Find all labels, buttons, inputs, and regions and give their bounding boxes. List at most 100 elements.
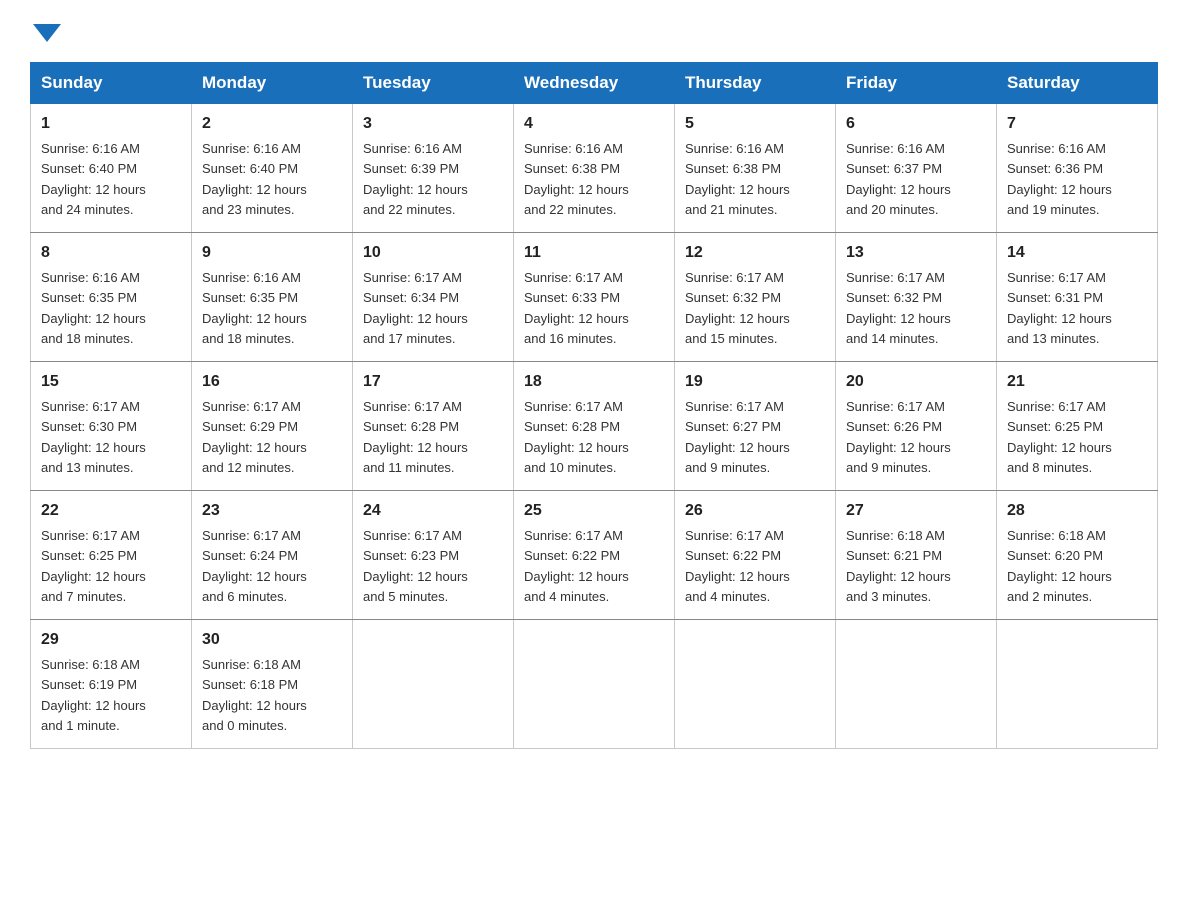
day-number: 28 — [1007, 499, 1147, 523]
day-number: 19 — [685, 370, 825, 394]
calendar-week-row: 8 Sunrise: 6:16 AMSunset: 6:35 PMDayligh… — [31, 233, 1158, 362]
calendar-day-header: Thursday — [675, 63, 836, 104]
day-info: Sunrise: 6:17 AMSunset: 6:28 PMDaylight:… — [363, 399, 468, 475]
calendar-day-cell: 17 Sunrise: 6:17 AMSunset: 6:28 PMDaylig… — [353, 362, 514, 491]
day-number: 22 — [41, 499, 181, 523]
calendar-day-header: Friday — [836, 63, 997, 104]
day-number: 26 — [685, 499, 825, 523]
calendar-day-cell: 29 Sunrise: 6:18 AMSunset: 6:19 PMDaylig… — [31, 620, 192, 749]
day-info: Sunrise: 6:18 AMSunset: 6:21 PMDaylight:… — [846, 528, 951, 604]
calendar-day-cell: 23 Sunrise: 6:17 AMSunset: 6:24 PMDaylig… — [192, 491, 353, 620]
calendar-day-header: Tuesday — [353, 63, 514, 104]
calendar-day-cell: 11 Sunrise: 6:17 AMSunset: 6:33 PMDaylig… — [514, 233, 675, 362]
calendar-day-cell: 27 Sunrise: 6:18 AMSunset: 6:21 PMDaylig… — [836, 491, 997, 620]
calendar-day-header: Monday — [192, 63, 353, 104]
calendar-day-cell: 30 Sunrise: 6:18 AMSunset: 6:18 PMDaylig… — [192, 620, 353, 749]
day-number: 23 — [202, 499, 342, 523]
day-info: Sunrise: 6:16 AMSunset: 6:36 PMDaylight:… — [1007, 141, 1112, 217]
day-info: Sunrise: 6:16 AMSunset: 6:38 PMDaylight:… — [685, 141, 790, 217]
calendar-week-row: 15 Sunrise: 6:17 AMSunset: 6:30 PMDaylig… — [31, 362, 1158, 491]
day-info: Sunrise: 6:17 AMSunset: 6:27 PMDaylight:… — [685, 399, 790, 475]
day-info: Sunrise: 6:17 AMSunset: 6:28 PMDaylight:… — [524, 399, 629, 475]
day-info: Sunrise: 6:16 AMSunset: 6:37 PMDaylight:… — [846, 141, 951, 217]
day-info: Sunrise: 6:18 AMSunset: 6:20 PMDaylight:… — [1007, 528, 1112, 604]
day-number: 12 — [685, 241, 825, 265]
day-number: 11 — [524, 241, 664, 265]
calendar-day-cell: 14 Sunrise: 6:17 AMSunset: 6:31 PMDaylig… — [997, 233, 1158, 362]
day-info: Sunrise: 6:17 AMSunset: 6:32 PMDaylight:… — [685, 270, 790, 346]
calendar-day-cell: 28 Sunrise: 6:18 AMSunset: 6:20 PMDaylig… — [997, 491, 1158, 620]
calendar-table: SundayMondayTuesdayWednesdayThursdayFrid… — [30, 62, 1158, 749]
calendar-week-row: 29 Sunrise: 6:18 AMSunset: 6:19 PMDaylig… — [31, 620, 1158, 749]
calendar-day-cell: 3 Sunrise: 6:16 AMSunset: 6:39 PMDayligh… — [353, 104, 514, 233]
day-info: Sunrise: 6:17 AMSunset: 6:24 PMDaylight:… — [202, 528, 307, 604]
calendar-day-cell — [836, 620, 997, 749]
day-number: 27 — [846, 499, 986, 523]
day-info: Sunrise: 6:17 AMSunset: 6:29 PMDaylight:… — [202, 399, 307, 475]
calendar-day-cell — [353, 620, 514, 749]
day-number: 7 — [1007, 112, 1147, 136]
day-number: 10 — [363, 241, 503, 265]
day-number: 9 — [202, 241, 342, 265]
calendar-day-cell: 8 Sunrise: 6:16 AMSunset: 6:35 PMDayligh… — [31, 233, 192, 362]
day-number: 16 — [202, 370, 342, 394]
calendar-day-cell: 24 Sunrise: 6:17 AMSunset: 6:23 PMDaylig… — [353, 491, 514, 620]
calendar-day-cell: 25 Sunrise: 6:17 AMSunset: 6:22 PMDaylig… — [514, 491, 675, 620]
calendar-day-cell: 10 Sunrise: 6:17 AMSunset: 6:34 PMDaylig… — [353, 233, 514, 362]
day-info: Sunrise: 6:16 AMSunset: 6:39 PMDaylight:… — [363, 141, 468, 217]
day-info: Sunrise: 6:17 AMSunset: 6:25 PMDaylight:… — [1007, 399, 1112, 475]
day-info: Sunrise: 6:17 AMSunset: 6:34 PMDaylight:… — [363, 270, 468, 346]
day-number: 29 — [41, 628, 181, 652]
day-info: Sunrise: 6:17 AMSunset: 6:23 PMDaylight:… — [363, 528, 468, 604]
day-number: 4 — [524, 112, 664, 136]
calendar-day-cell: 12 Sunrise: 6:17 AMSunset: 6:32 PMDaylig… — [675, 233, 836, 362]
day-info: Sunrise: 6:16 AMSunset: 6:35 PMDaylight:… — [202, 270, 307, 346]
calendar-day-cell: 18 Sunrise: 6:17 AMSunset: 6:28 PMDaylig… — [514, 362, 675, 491]
day-info: Sunrise: 6:17 AMSunset: 6:26 PMDaylight:… — [846, 399, 951, 475]
calendar-day-cell: 2 Sunrise: 6:16 AMSunset: 6:40 PMDayligh… — [192, 104, 353, 233]
calendar-day-header: Wednesday — [514, 63, 675, 104]
day-number: 24 — [363, 499, 503, 523]
day-number: 15 — [41, 370, 181, 394]
calendar-day-cell: 4 Sunrise: 6:16 AMSunset: 6:38 PMDayligh… — [514, 104, 675, 233]
day-info: Sunrise: 6:17 AMSunset: 6:30 PMDaylight:… — [41, 399, 146, 475]
calendar-day-cell: 1 Sunrise: 6:16 AMSunset: 6:40 PMDayligh… — [31, 104, 192, 233]
day-number: 13 — [846, 241, 986, 265]
calendar-day-cell: 13 Sunrise: 6:17 AMSunset: 6:32 PMDaylig… — [836, 233, 997, 362]
calendar-day-cell: 9 Sunrise: 6:16 AMSunset: 6:35 PMDayligh… — [192, 233, 353, 362]
logo — [30, 20, 61, 42]
calendar-week-row: 22 Sunrise: 6:17 AMSunset: 6:25 PMDaylig… — [31, 491, 1158, 620]
day-info: Sunrise: 6:17 AMSunset: 6:22 PMDaylight:… — [685, 528, 790, 604]
day-number: 17 — [363, 370, 503, 394]
day-number: 6 — [846, 112, 986, 136]
day-number: 8 — [41, 241, 181, 265]
calendar-day-cell: 16 Sunrise: 6:17 AMSunset: 6:29 PMDaylig… — [192, 362, 353, 491]
day-info: Sunrise: 6:18 AMSunset: 6:18 PMDaylight:… — [202, 657, 307, 733]
day-number: 25 — [524, 499, 664, 523]
calendar-day-cell: 22 Sunrise: 6:17 AMSunset: 6:25 PMDaylig… — [31, 491, 192, 620]
day-number: 2 — [202, 112, 342, 136]
calendar-header-row: SundayMondayTuesdayWednesdayThursdayFrid… — [31, 63, 1158, 104]
calendar-day-cell: 20 Sunrise: 6:17 AMSunset: 6:26 PMDaylig… — [836, 362, 997, 491]
day-info: Sunrise: 6:16 AMSunset: 6:40 PMDaylight:… — [41, 141, 146, 217]
day-number: 5 — [685, 112, 825, 136]
calendar-day-cell: 19 Sunrise: 6:17 AMSunset: 6:27 PMDaylig… — [675, 362, 836, 491]
calendar-day-cell: 26 Sunrise: 6:17 AMSunset: 6:22 PMDaylig… — [675, 491, 836, 620]
calendar-day-header: Sunday — [31, 63, 192, 104]
day-info: Sunrise: 6:17 AMSunset: 6:25 PMDaylight:… — [41, 528, 146, 604]
day-number: 3 — [363, 112, 503, 136]
day-info: Sunrise: 6:16 AMSunset: 6:38 PMDaylight:… — [524, 141, 629, 217]
calendar-day-cell: 21 Sunrise: 6:17 AMSunset: 6:25 PMDaylig… — [997, 362, 1158, 491]
calendar-day-cell: 6 Sunrise: 6:16 AMSunset: 6:37 PMDayligh… — [836, 104, 997, 233]
day-number: 14 — [1007, 241, 1147, 265]
calendar-day-cell: 15 Sunrise: 6:17 AMSunset: 6:30 PMDaylig… — [31, 362, 192, 491]
day-info: Sunrise: 6:17 AMSunset: 6:31 PMDaylight:… — [1007, 270, 1112, 346]
logo-arrow-icon — [33, 24, 61, 42]
day-info: Sunrise: 6:16 AMSunset: 6:40 PMDaylight:… — [202, 141, 307, 217]
calendar-day-cell — [997, 620, 1158, 749]
day-info: Sunrise: 6:18 AMSunset: 6:19 PMDaylight:… — [41, 657, 146, 733]
day-info: Sunrise: 6:17 AMSunset: 6:33 PMDaylight:… — [524, 270, 629, 346]
day-number: 18 — [524, 370, 664, 394]
day-number: 21 — [1007, 370, 1147, 394]
page-header — [30, 20, 1158, 42]
